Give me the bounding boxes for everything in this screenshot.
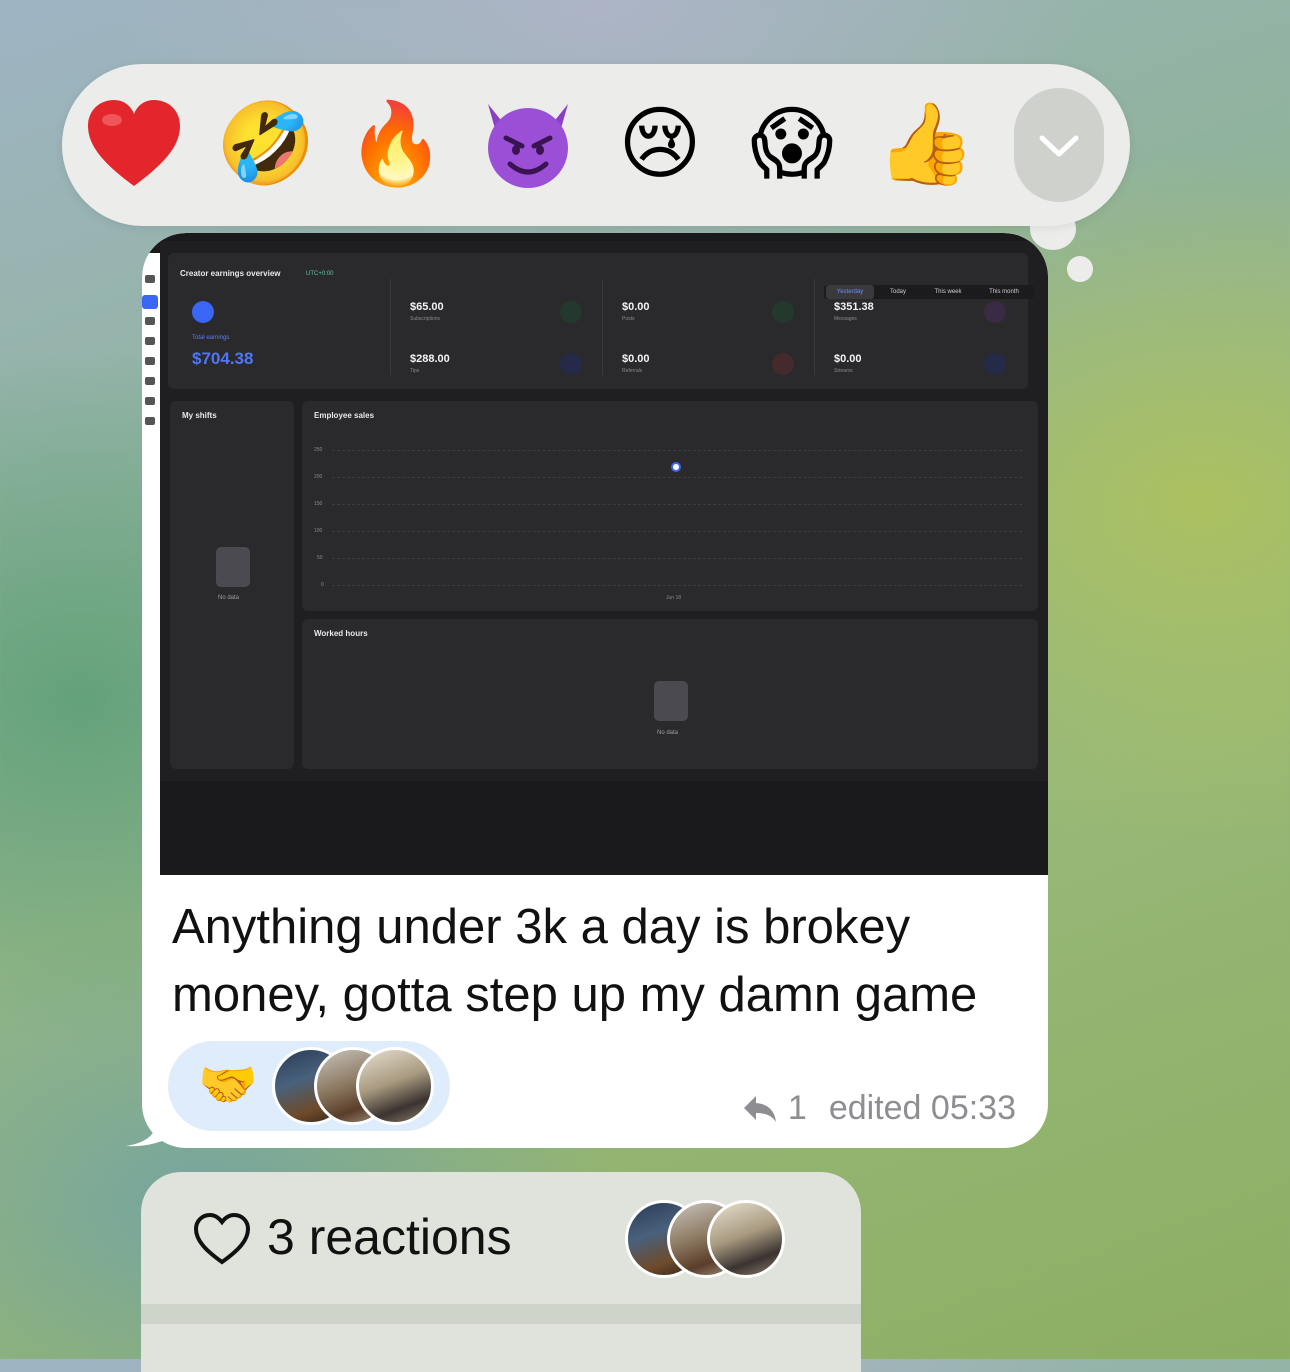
y-tick: 50 — [317, 555, 323, 561]
messages-value: $351.38 — [834, 301, 874, 313]
reactions-count-label: 3 reactions — [267, 1209, 512, 1265]
messages-icon — [984, 301, 1006, 323]
smiling-face-with-horns-icon[interactable] — [478, 94, 578, 194]
message-meta: 1 edited 05:33 — [742, 1089, 1016, 1128]
picker-tail-small — [1067, 256, 1093, 282]
subscriptions-icon — [560, 301, 582, 323]
message-bubble[interactable]: Creator earnings overview UTC+0:00 Yeste… — [142, 233, 1048, 1148]
rolling-on-floor-laughing-icon[interactable]: 🤣 — [216, 94, 316, 194]
avatar — [707, 1200, 785, 1278]
y-tick: 250 — [314, 447, 323, 453]
gridline — [332, 558, 1022, 559]
no-data-text: No data — [657, 730, 679, 736]
dashboard-sidebar — [142, 253, 160, 875]
handshake-reaction-pill[interactable]: 🤝 — [168, 1041, 450, 1131]
referrals-value: $0.00 — [622, 353, 650, 365]
posts-label: Posts — [622, 316, 635, 322]
crying-face-icon[interactable]: 😢 — [610, 94, 710, 194]
divider — [602, 279, 603, 375]
gridline — [332, 585, 1022, 586]
divider — [141, 1304, 861, 1324]
earnings-overview-card: Creator earnings overview UTC+0:00 Yeste… — [168, 253, 1034, 389]
dashboard-main: Creator earnings overview UTC+0:00 Yeste… — [160, 241, 1048, 781]
timezone-label: UTC+0:00 — [306, 271, 334, 277]
fire-icon[interactable]: 🔥 — [346, 94, 446, 194]
expand-reactions-button[interactable] — [1014, 88, 1104, 202]
profile-icon — [145, 397, 155, 405]
avatar — [356, 1047, 434, 1125]
streams-label: Streams — [834, 368, 853, 374]
messages-label: Messages — [834, 316, 857, 322]
posts-value: $0.00 — [622, 301, 650, 313]
worked-hours-title: Worked hours — [314, 629, 368, 638]
no-data-text: No data — [218, 595, 240, 601]
y-tick: 150 — [314, 501, 323, 507]
total-earnings-label: Total earnings — [192, 335, 230, 341]
menu-icon — [145, 275, 155, 283]
data-point — [673, 464, 679, 470]
subscriptions-value: $65.00 — [410, 301, 444, 313]
streams-value: $0.00 — [834, 353, 862, 365]
employee-sales-title: Employee sales — [314, 411, 375, 420]
reply-count[interactable]: 1 — [788, 1089, 807, 1128]
y-tick: 0 — [321, 582, 324, 588]
referrals-icon — [772, 353, 794, 375]
divider — [814, 279, 815, 375]
message-icon — [145, 357, 155, 365]
gridline — [332, 504, 1022, 505]
tab-today[interactable]: Today — [878, 285, 918, 299]
gridline — [332, 450, 1022, 451]
y-tick: 200 — [314, 474, 323, 480]
my-shifts-card: My shifts No data — [170, 401, 294, 769]
dashboard-screenshot: Creator earnings overview UTC+0:00 Yeste… — [142, 233, 1048, 875]
tips-label: Tips — [410, 368, 420, 374]
chevron-down-icon — [1039, 135, 1079, 157]
posts-icon — [772, 301, 794, 323]
tab-this-week[interactable]: This week — [922, 285, 974, 299]
my-shifts-title: My shifts — [182, 411, 217, 420]
team-icon — [145, 417, 155, 425]
no-data-icon — [216, 547, 250, 587]
x-tick: Jun 18 — [666, 595, 682, 601]
referrals-label: Referrals — [622, 368, 643, 374]
face-screaming-in-fear-icon[interactable]: 😱 — [742, 94, 842, 194]
y-tick: 100 — [314, 528, 323, 534]
chart-icon — [145, 337, 155, 345]
worked-hours-card: Worked hours No data — [302, 619, 1038, 769]
period-tabs: Yesterday Today This week This month — [824, 285, 1034, 299]
link-icon — [145, 317, 155, 325]
heart-outline-icon — [193, 1212, 251, 1265]
edited-timestamp: edited 05:33 — [828, 1089, 1016, 1127]
handshake-icon: 🤝 — [198, 1057, 258, 1113]
onlyfans-logo-icon — [192, 301, 214, 323]
attached-screenshot[interactable]: Creator earnings overview UTC+0:00 Yeste… — [142, 233, 1048, 875]
home-icon — [142, 295, 158, 309]
no-data-icon — [654, 681, 688, 721]
share-icon — [145, 377, 155, 385]
overview-title: Creator earnings overview — [180, 269, 281, 278]
divider — [390, 279, 391, 375]
total-earnings-value: $704.38 — [192, 349, 254, 368]
gridline — [332, 477, 1022, 478]
gridline — [332, 531, 1022, 532]
message-text: Anything under 3k a day is brokey money,… — [172, 900, 978, 1022]
employee-sales-card: Employee sales 250 200 150 100 50 0 Jun … — [302, 401, 1038, 611]
reaction-picker: 🤣 🔥 😢 😱 👍 — [62, 64, 1130, 226]
reply-icon[interactable] — [742, 1094, 778, 1124]
reactions-panel[interactable]: 3 reactions — [141, 1172, 861, 1372]
tab-yesterday[interactable]: Yesterday — [826, 285, 874, 299]
streams-icon — [984, 353, 1006, 375]
red-heart-icon[interactable] — [84, 94, 184, 194]
tab-this-month[interactable]: This month — [976, 285, 1032, 299]
subscriptions-label: Subscriptions — [410, 316, 441, 322]
tips-value: $288.00 — [410, 353, 450, 365]
thumbs-up-icon[interactable]: 👍 — [876, 94, 976, 194]
tips-icon — [560, 353, 582, 375]
